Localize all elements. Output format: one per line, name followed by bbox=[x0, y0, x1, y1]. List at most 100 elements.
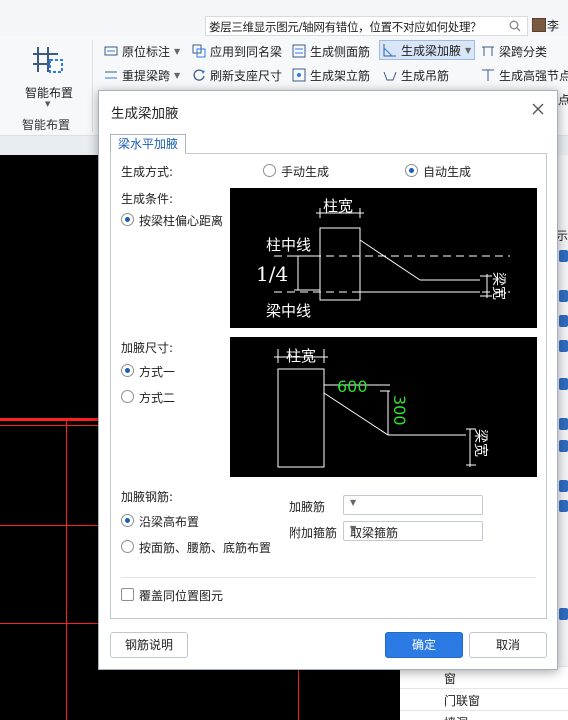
stirrup-select[interactable]: 取梁箍筋 ▼ bbox=[343, 521, 483, 541]
ribbon-group-label: 智能布置 bbox=[22, 118, 71, 132]
original-annotation-button[interactable]: 原位标注 ▼ bbox=[104, 41, 180, 61]
chevron-down-icon: ▼ bbox=[174, 46, 181, 56]
visibility-checkbox[interactable] bbox=[559, 340, 568, 352]
generate-side-rebar-label: 生成侧面筋 bbox=[310, 44, 371, 59]
rebar-label: 加腋钢筋: bbox=[121, 490, 174, 504]
avatar bbox=[532, 18, 546, 32]
chevron-down-icon: ▼ bbox=[350, 498, 357, 507]
generate-high-strength-node-label: 生成高强节点 bbox=[499, 68, 568, 83]
haunch-rebar-select[interactable]: ▼ bbox=[343, 495, 483, 515]
size-label: 加腋尺寸: bbox=[121, 341, 174, 355]
generate-erection-rebar-button[interactable]: 生成架立筋 bbox=[292, 65, 370, 85]
user-account[interactable]: 李制 bbox=[532, 16, 568, 50]
size-mode-2-label: 方式二 bbox=[139, 391, 176, 405]
auto-generate-radio[interactable] bbox=[405, 164, 418, 177]
condition-label: 生成条件: bbox=[121, 192, 174, 206]
visibility-checkbox[interactable] bbox=[559, 500, 568, 512]
tree-item-label: 窗 bbox=[444, 672, 457, 686]
generate-beam-haunch-button[interactable]: 生成梁加腋 ▼ bbox=[379, 40, 476, 60]
refresh-icon bbox=[192, 68, 206, 82]
divider bbox=[121, 577, 536, 578]
generate-high-strength-node-button[interactable]: 生成高强节点 bbox=[481, 65, 568, 85]
col-width-text: 柱宽 bbox=[323, 197, 353, 215]
visibility-checkbox[interactable] bbox=[559, 480, 568, 492]
visibility-checkbox[interactable] bbox=[559, 440, 568, 452]
manual-generate-label: 手动生成 bbox=[281, 165, 330, 179]
visibility-checkbox[interactable] bbox=[559, 378, 568, 390]
generate-hanger-rebar-button[interactable]: 生成吊筋 bbox=[383, 65, 449, 85]
smart-layout-label: 智能布置 bbox=[24, 86, 73, 100]
tab-horizontal-haunch[interactable]: 梁水平加腋 bbox=[110, 134, 186, 154]
chevron-down-icon: ▼ bbox=[465, 45, 472, 55]
ribbon-overflow-text: 点 bbox=[558, 89, 568, 109]
chevron-down-icon: ▼ bbox=[174, 70, 181, 80]
condition-diagram: 柱宽 柱中线 1/4 梁中线 梁宽 bbox=[230, 188, 537, 328]
eccentric-distance-radio[interactable] bbox=[121, 213, 134, 226]
generate-beam-haunch-dialog: 生成梁加腋 梁水平加腋 生成方式: 手动生成 自动生成 生成条件: 按梁柱偏心距… bbox=[98, 90, 558, 670]
dialog-title: 生成梁加腋 bbox=[111, 106, 179, 122]
overflow-label: 点 bbox=[558, 92, 568, 107]
beam-span-classify-label: 梁跨分类 bbox=[499, 44, 548, 59]
cad-red-line bbox=[66, 418, 67, 720]
along-beam-height-label: 沿梁高布置 bbox=[139, 515, 200, 529]
ok-button[interactable]: 确定 bbox=[385, 632, 463, 658]
chevron-down-icon: ▼ bbox=[45, 100, 51, 108]
manual-generate-radio[interactable] bbox=[263, 164, 276, 177]
node-icon bbox=[481, 68, 495, 82]
size-mode-1-radio[interactable] bbox=[121, 364, 134, 377]
visibility-checkbox[interactable] bbox=[559, 315, 568, 327]
visibility-checkbox[interactable] bbox=[559, 608, 568, 620]
beam-span-classify-button[interactable]: 梁跨分类 bbox=[481, 41, 547, 61]
ribbon-divider bbox=[92, 40, 93, 132]
re-extract-span-button[interactable]: 重提梁跨 ▼ bbox=[104, 65, 180, 85]
rebar-help-button[interactable]: 钢筋说明 bbox=[110, 632, 188, 658]
generate-erection-rebar-label: 生成架立筋 bbox=[310, 68, 371, 83]
haunch-icon bbox=[383, 43, 397, 57]
haunch-rebar-label: 加腋筋 bbox=[289, 500, 326, 514]
stirrup-label: 附加箍筋 bbox=[289, 526, 338, 540]
overwrite-checkbox[interactable] bbox=[121, 588, 134, 601]
span-classify-icon bbox=[481, 44, 495, 58]
hanger-rebar-icon bbox=[383, 68, 397, 82]
re-extract-span-label: 重提梁跨 bbox=[122, 68, 171, 83]
apply-icon bbox=[192, 44, 206, 58]
size-diagram: 柱宽 600 300 梁宽 bbox=[230, 337, 537, 477]
tree-item-label: 门联窗 bbox=[444, 694, 481, 708]
haunch-width-text: 300 bbox=[390, 395, 409, 426]
help-search-input[interactable]: 娄层三维显示图元/轴网有错位，位置不对应如何处理？ bbox=[205, 16, 528, 36]
smart-layout-button[interactable]: 智能布置 ▼ bbox=[20, 40, 78, 108]
re-extract-icon bbox=[104, 68, 118, 82]
visibility-checkbox[interactable] bbox=[559, 290, 568, 302]
erection-rebar-icon bbox=[292, 68, 306, 82]
eccentric-distance-label: 按梁柱偏心距离 bbox=[139, 214, 224, 228]
visibility-checkbox[interactable] bbox=[559, 250, 568, 262]
refresh-support-size-button[interactable]: 刷新支座尺寸 bbox=[192, 65, 282, 85]
beam-width-text: 梁宽 bbox=[472, 429, 489, 457]
refresh-support-size-label: 刷新支座尺寸 bbox=[210, 68, 283, 83]
beam-width-text: 梁宽 bbox=[490, 272, 507, 300]
size-mode-1-label: 方式一 bbox=[139, 365, 176, 379]
by-face-waist-bottom-radio[interactable] bbox=[121, 540, 134, 553]
annotate-icon bbox=[104, 44, 118, 58]
help-search-text: 娄层三维显示图元/轴网有错位，位置不对应如何处理？ bbox=[209, 20, 482, 34]
close-icon[interactable] bbox=[530, 101, 546, 117]
visibility-checkbox[interactable] bbox=[559, 418, 568, 430]
chevron-down-icon: ▼ bbox=[350, 524, 357, 533]
overwrite-label: 覆盖同位置图元 bbox=[139, 589, 224, 603]
apply-same-beam-label: 应用到同名梁 bbox=[210, 44, 283, 59]
generate-beam-haunch-label: 生成梁加腋 bbox=[401, 43, 462, 58]
size-mode-2-radio[interactable] bbox=[121, 390, 134, 403]
tree-item[interactable]: 门联窗 bbox=[400, 688, 568, 710]
apply-same-beam-button[interactable]: 应用到同名梁 bbox=[192, 41, 282, 61]
cancel-button[interactable]: 取消 bbox=[469, 632, 547, 658]
generate-side-rebar-button[interactable]: 生成侧面筋 bbox=[292, 41, 370, 61]
smart-layout-icon bbox=[33, 47, 63, 73]
auto-generate-label: 自动生成 bbox=[423, 165, 472, 179]
generate-hanger-rebar-label: 生成吊筋 bbox=[401, 68, 450, 83]
along-beam-height-radio[interactable] bbox=[121, 514, 134, 527]
method-label: 生成方式: bbox=[121, 165, 174, 179]
search-icon[interactable] bbox=[509, 20, 521, 32]
original-annotation-label: 原位标注 bbox=[122, 44, 171, 59]
tree-item[interactable]: 墙洞 bbox=[400, 710, 568, 720]
by-face-waist-bottom-label: 按面筋、腰筋、底筋布置 bbox=[139, 541, 272, 555]
